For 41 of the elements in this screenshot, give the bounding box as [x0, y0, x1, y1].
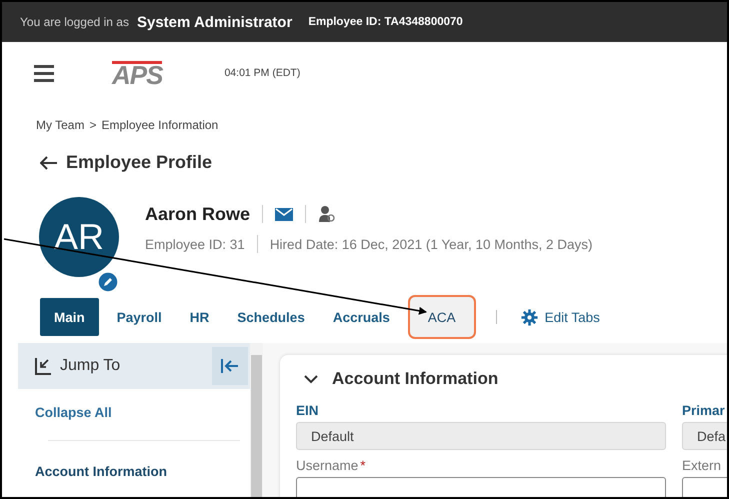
employee-id: Employee ID: TA4348800070: [308, 16, 463, 28]
user-link-icon[interactable]: [318, 205, 336, 223]
employee-name: Aaron Rowe: [145, 204, 250, 224]
breadcrumb-link[interactable]: Employee Information: [101, 118, 218, 132]
avatar: AR: [39, 197, 119, 277]
field-label: EIN: [296, 403, 320, 418]
page-title: Employee Profile: [66, 152, 212, 173]
field-label: Username*: [296, 458, 367, 473]
jump-to-title: Jump To: [60, 357, 120, 375]
section-title: Account Information: [332, 369, 498, 389]
employee-id-text: Employee ID: 31: [145, 236, 245, 252]
collapse-all-link[interactable]: Collapse All: [35, 405, 112, 420]
field-label: Primar: [682, 403, 726, 418]
tab[interactable]: Accruals: [322, 298, 400, 336]
tab[interactable]: Main: [40, 298, 99, 336]
edit-icon[interactable]: [97, 271, 119, 293]
back-arrow-icon[interactable]: [40, 156, 58, 170]
chevron-icon[interactable]: [304, 374, 318, 384]
tab[interactable]: Payroll: [106, 298, 172, 336]
breadcrumb-separator: >: [89, 118, 96, 132]
field-label: Extern: [682, 458, 722, 473]
mail-icon[interactable]: [275, 208, 294, 220]
menu-icon[interactable]: [34, 64, 54, 82]
collapse-left-icon: [221, 359, 239, 373]
login-label: You are logged in as: [20, 15, 129, 29]
clock-time: 04:01 PM (EDT): [224, 67, 300, 79]
logo: APS: [112, 60, 162, 86]
scrollbar[interactable]: [250, 343, 263, 497]
readonly-field: Default: [296, 422, 666, 450]
input-field[interactable]: [296, 477, 666, 497]
readonly-field: Defa: [682, 422, 727, 450]
edit-tabs-button[interactable]: Edit Tabs: [516, 304, 604, 330]
tab[interactable]: HR: [180, 298, 220, 336]
hired-date: Hired Date: 16 Dec, 2021 (1 Year, 10 Months, 2 Days): [270, 236, 592, 252]
user-name: System Administrator: [136, 14, 292, 30]
tab[interactable]: Schedules: [227, 298, 315, 336]
collapse-sidebar-button[interactable]: [212, 347, 248, 385]
breadcrumb-link[interactable]: My Team: [36, 118, 84, 132]
tab[interactable]: ACA: [408, 295, 476, 339]
jump-icon: [34, 357, 52, 375]
sidebar-item[interactable]: Account Information: [35, 464, 167, 479]
